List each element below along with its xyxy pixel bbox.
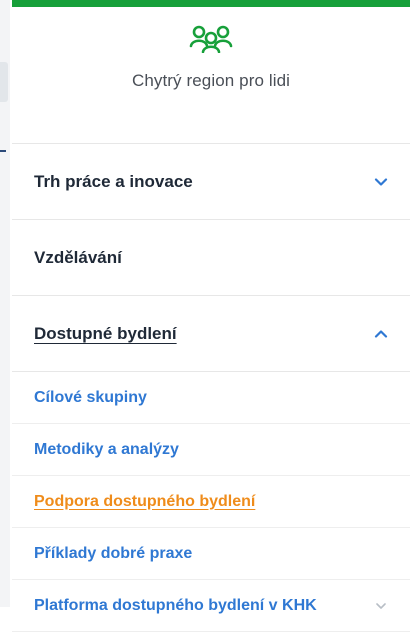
chevron-up-icon[interactable] bbox=[374, 327, 388, 341]
menu-item-label[interactable]: Vzdělávání bbox=[34, 248, 122, 268]
submenu-item-podpora[interactable]: Podpora dostupného bydlení bbox=[12, 476, 410, 528]
chevron-down-icon[interactable] bbox=[374, 599, 388, 613]
submenu-link[interactable]: Metodiky a analýzy bbox=[34, 441, 179, 459]
menu-item-label[interactable]: Dostupné bydlení bbox=[34, 324, 177, 344]
menu-item-vzdelavani[interactable]: Vzdělávání bbox=[12, 220, 410, 296]
mobile-nav-panel: Chytrý region pro lidi Trh práce a inova… bbox=[12, 0, 410, 632]
backdrop-element bbox=[0, 62, 8, 102]
submenu-dostupne-bydleni: Cílové skupiny Metodiky a analýzy Podpor… bbox=[12, 372, 410, 632]
submenu-item-metodiky[interactable]: Metodiky a analýzy bbox=[12, 424, 410, 476]
menu-item-trh-prace[interactable]: Trh práce a inovace bbox=[12, 144, 410, 220]
menu-item-dostupne-bydleni[interactable]: Dostupné bydlení bbox=[12, 296, 410, 372]
page-backdrop bbox=[0, 0, 10, 607]
main-menu: Trh práce a inovace Vzdělávání Dostupné … bbox=[12, 144, 410, 372]
chevron-down-icon[interactable] bbox=[374, 175, 388, 189]
brand-header: Chytrý region pro lidi bbox=[12, 25, 410, 144]
submenu-item-priklady[interactable]: Příklady dobré praxe bbox=[12, 528, 410, 580]
site-tagline: Chytrý region pro lidi bbox=[131, 71, 291, 90]
submenu-link[interactable]: Cílové skupiny bbox=[34, 389, 147, 407]
submenu-item-cilove-skupiny[interactable]: Cílové skupiny bbox=[12, 372, 410, 424]
submenu-link[interactable]: Příklady dobré praxe bbox=[34, 545, 192, 563]
three-people-icon[interactable] bbox=[189, 25, 233, 53]
menu-item-label[interactable]: Trh práce a inovace bbox=[34, 172, 193, 192]
submenu-link-active[interactable]: Podpora dostupného bydlení bbox=[34, 493, 255, 511]
submenu-item-platforma[interactable]: Platforma dostupného bydlení v KHK bbox=[12, 580, 410, 632]
backdrop-element bbox=[0, 150, 6, 152]
submenu-link[interactable]: Platforma dostupného bydlení v KHK bbox=[34, 597, 317, 615]
